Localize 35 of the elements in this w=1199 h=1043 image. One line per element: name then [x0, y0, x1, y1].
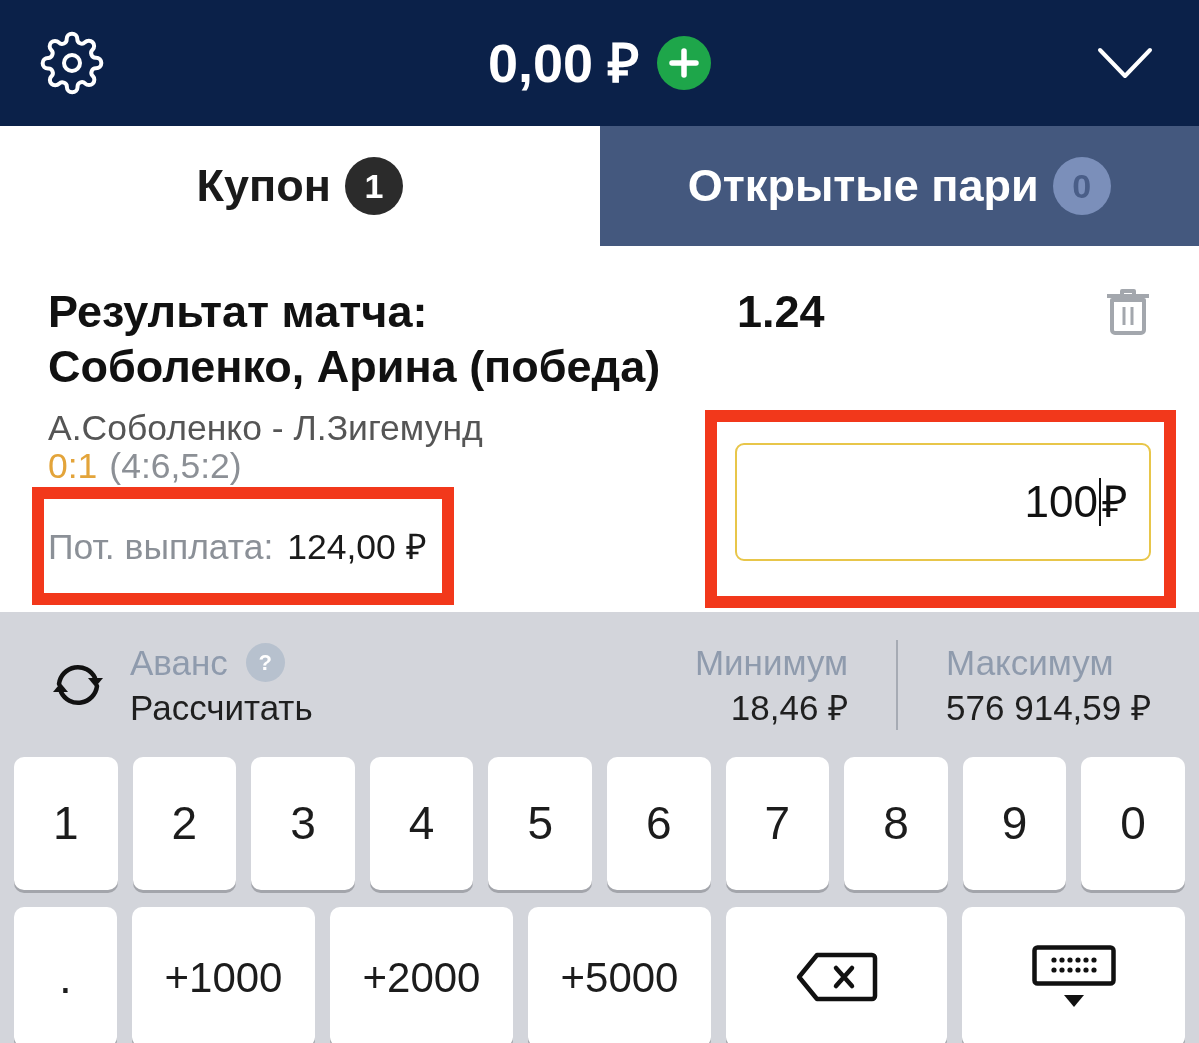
limit-value: 18,46 ₽ [730, 686, 849, 729]
chevron-down-icon[interactable] [1097, 47, 1153, 79]
count-badge: 1 [344, 157, 403, 215]
backspace-icon [795, 952, 878, 1002]
amount-key[interactable]: +2000 [330, 907, 513, 1043]
payout-label: Пот. выплата: [48, 526, 274, 569]
limit-label: Максимум [946, 641, 1114, 684]
odds-value: 1.24 [736, 285, 825, 339]
balance-amount: 0,00 ₽ [487, 32, 640, 94]
settings-icon[interactable] [40, 31, 104, 95]
digit-key[interactable]: 7 [725, 757, 830, 890]
digit-key[interactable]: 2 [132, 757, 237, 890]
digit-key[interactable]: 1 [14, 757, 118, 890]
stake-field[interactable]: 100₽ [735, 443, 1151, 561]
text-cursor [1099, 478, 1101, 526]
bet-title: Результат матча: Соболенко, Арина (победа) [48, 285, 662, 394]
digit-key[interactable]: 0 [1081, 757, 1185, 890]
digit-key[interactable]: 6 [606, 757, 711, 890]
hide-keyboard-key[interactable] [962, 907, 1185, 1043]
advance-label: Аванс [130, 641, 228, 684]
digit-key[interactable]: 3 [251, 757, 355, 890]
amount-key[interactable]: +5000 [528, 907, 711, 1043]
digit-key[interactable]: 8 [844, 757, 948, 890]
digit-key[interactable]: 4 [369, 757, 474, 890]
limit-label: Минимум [694, 641, 849, 684]
keyboard-icon [1031, 945, 1116, 1009]
payout-amount: 124,00 ₽ [287, 526, 427, 569]
limit-value: 576 914,59 ₽ [946, 686, 1151, 729]
backspace-key[interactable] [726, 907, 947, 1043]
digit-key[interactable]: 9 [962, 757, 1067, 890]
decimal-point-key[interactable]: . [14, 907, 117, 1043]
digit-key[interactable]: 5 [488, 757, 592, 890]
plus-icon[interactable] [657, 36, 712, 90]
calculate-button[interactable]: Рассчитать [130, 684, 313, 730]
amount-key[interactable]: +1000 [132, 907, 315, 1043]
